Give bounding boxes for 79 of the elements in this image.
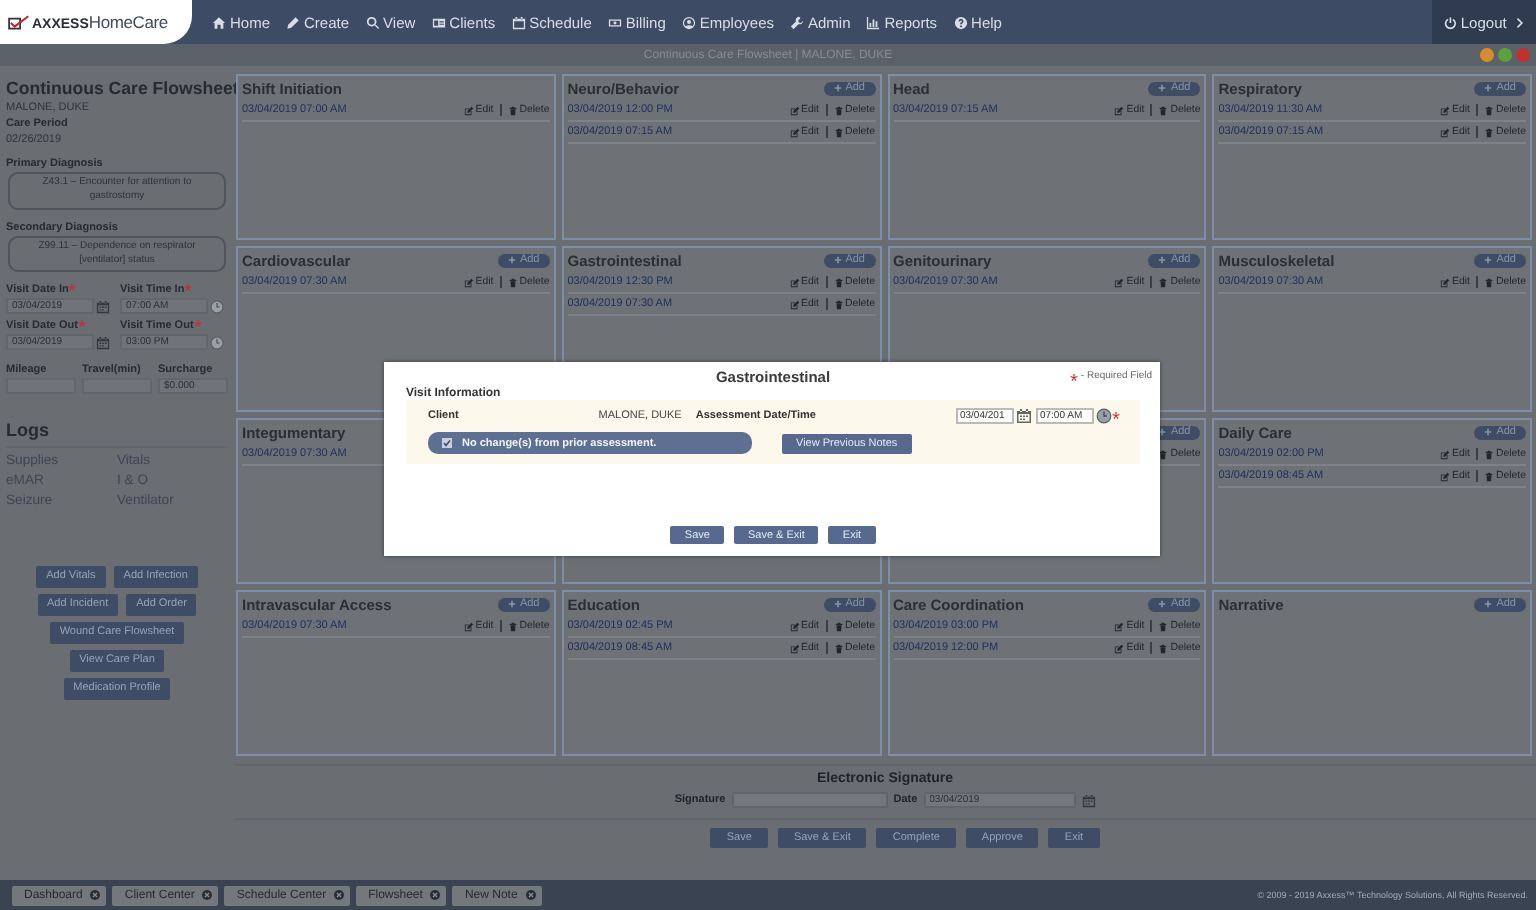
calendar-icon[interactable] bbox=[1081, 793, 1096, 807]
trash-icon bbox=[1158, 277, 1169, 287]
edit-icon bbox=[1114, 643, 1125, 653]
plus-icon bbox=[833, 256, 842, 264]
plus-icon bbox=[507, 256, 516, 264]
bar-chart-icon bbox=[866, 15, 881, 29]
trash-icon bbox=[507, 105, 518, 115]
trash-icon bbox=[1484, 277, 1494, 287]
trash-icon bbox=[507, 621, 518, 631]
plus-icon bbox=[1158, 428, 1167, 436]
edit-icon bbox=[1440, 277, 1451, 287]
section-heading: Logs bbox=[6, 420, 228, 448]
calendar-icon[interactable] bbox=[96, 299, 110, 313]
trash-icon bbox=[833, 299, 843, 309]
trash-icon bbox=[833, 105, 843, 115]
edit-icon bbox=[789, 127, 800, 137]
edit-icon bbox=[1114, 277, 1125, 287]
close-icon[interactable] bbox=[430, 890, 441, 900]
power-icon bbox=[1444, 15, 1457, 29]
close-icon[interactable] bbox=[334, 890, 345, 900]
trash-icon bbox=[1158, 449, 1169, 459]
calendar-icon[interactable] bbox=[96, 335, 110, 349]
plus-icon bbox=[1158, 600, 1167, 608]
edit-icon bbox=[789, 277, 800, 287]
close-icon[interactable] bbox=[90, 890, 101, 900]
user-icon bbox=[681, 15, 696, 29]
trash-icon bbox=[507, 277, 518, 287]
edit-icon bbox=[463, 277, 474, 287]
minimize-button[interactable] bbox=[1480, 48, 1494, 62]
logo-icon bbox=[8, 14, 30, 30]
wrench-icon bbox=[790, 15, 804, 29]
plus-icon bbox=[833, 84, 842, 92]
trash-icon bbox=[1484, 105, 1494, 115]
edit-icon bbox=[463, 105, 474, 115]
trash-icon bbox=[1158, 105, 1169, 115]
trash-icon bbox=[1484, 127, 1494, 137]
edit-icon bbox=[463, 621, 474, 631]
search-icon bbox=[365, 15, 380, 29]
checkmark-icon bbox=[442, 438, 452, 448]
home-icon bbox=[212, 15, 226, 29]
close-icon[interactable] bbox=[202, 890, 213, 900]
plus-icon bbox=[1158, 84, 1167, 92]
trash-icon bbox=[1484, 471, 1494, 481]
trash-icon bbox=[1158, 621, 1169, 631]
edit-icon bbox=[1440, 127, 1451, 137]
banknote-icon bbox=[607, 15, 622, 29]
edit-icon bbox=[1440, 471, 1451, 481]
close-icon[interactable] bbox=[525, 890, 536, 900]
edit-icon bbox=[789, 643, 800, 653]
edit-icon bbox=[789, 621, 800, 631]
required-icon bbox=[1070, 374, 1079, 382]
help-icon bbox=[953, 15, 968, 29]
id-card-icon bbox=[431, 15, 446, 29]
trash-icon bbox=[833, 643, 843, 653]
checkbox[interactable] bbox=[442, 438, 452, 448]
edit-icon bbox=[1114, 621, 1125, 631]
trash-icon bbox=[833, 277, 843, 287]
maximize-button[interactable] bbox=[1498, 48, 1512, 62]
plus-icon bbox=[833, 600, 842, 608]
plus-icon bbox=[1158, 256, 1167, 264]
edit-icon bbox=[789, 105, 800, 115]
edit-icon bbox=[1440, 449, 1451, 459]
trash-icon bbox=[833, 127, 843, 137]
calendar-icon bbox=[511, 15, 526, 29]
plus-icon bbox=[507, 600, 516, 608]
edit-icon bbox=[1440, 105, 1451, 115]
clock-icon[interactable] bbox=[1095, 408, 1112, 424]
edit-icon bbox=[789, 299, 800, 309]
chevron-right-icon bbox=[1516, 15, 1524, 29]
pencil-icon bbox=[286, 15, 301, 29]
calendar-icon[interactable] bbox=[1015, 408, 1032, 424]
plus-icon bbox=[1484, 600, 1493, 608]
edit-icon bbox=[1114, 105, 1125, 115]
plus-icon bbox=[1484, 84, 1493, 92]
plus-icon bbox=[1484, 256, 1493, 264]
trash-icon bbox=[833, 621, 843, 631]
plus-icon bbox=[1484, 428, 1493, 436]
trash-icon bbox=[1484, 449, 1494, 459]
trash-icon bbox=[1158, 643, 1169, 653]
